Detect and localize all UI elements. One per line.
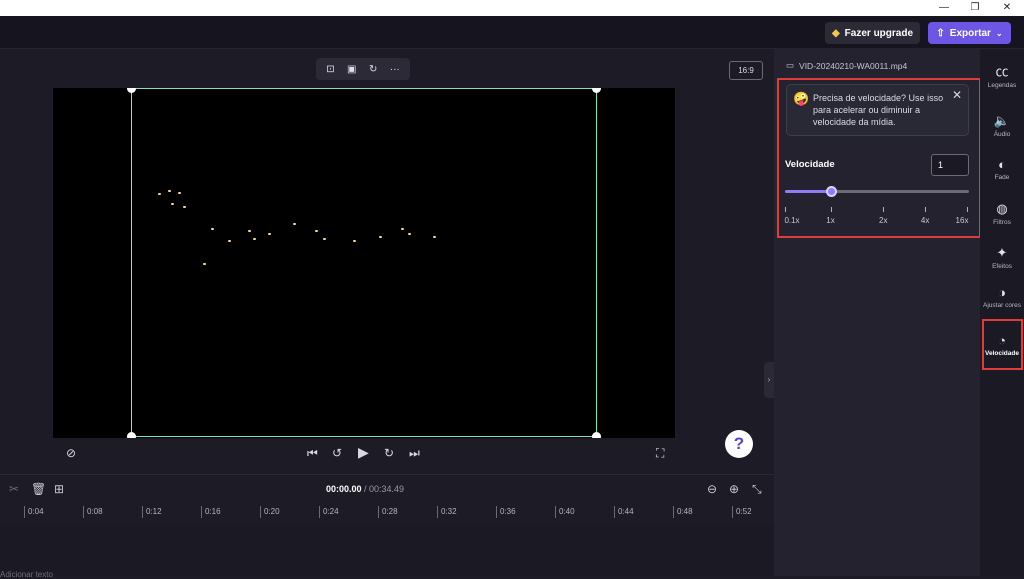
restore-button[interactable]: ❐ <box>961 0 989 16</box>
ruler-tick: 0:04 <box>24 506 44 518</box>
resize-handle-br[interactable] <box>592 432 601 438</box>
upload-icon: ⇧ <box>936 27 945 39</box>
forward-5s-icon[interactable]: ↻ <box>384 446 394 460</box>
film-icon: ▭ <box>786 60 795 70</box>
resize-handle-bl[interactable] <box>127 432 136 438</box>
more-icon[interactable]: ··· <box>390 64 400 75</box>
rail-label: Áudio <box>993 131 1011 138</box>
ruler-tick: 0:12 <box>142 506 162 518</box>
rail-label: Efeitos <box>992 263 1012 270</box>
ruler-tick: 0:32 <box>437 506 457 518</box>
ruler-tick: 0:48 <box>673 506 693 518</box>
resize-handle-tr[interactable] <box>592 88 601 93</box>
timecode: 00:00.00 / 00:34.49 <box>0 484 730 494</box>
play-icon[interactable]: ▶ <box>358 444 369 461</box>
total-time: / 00:34.49 <box>364 484 405 494</box>
add-text-label[interactable]: Adicionar texto <box>0 570 53 579</box>
captions-icon: ㏄ <box>995 64 1009 79</box>
speaker-icon: 🔈 <box>993 113 1011 128</box>
ruler-tick: 0:40 <box>555 506 575 518</box>
title-bar: — ❐ ✕ <box>0 0 1024 16</box>
minimize-button[interactable]: — <box>930 0 958 16</box>
ruler-tick: 0:20 <box>260 506 280 518</box>
rail-label: Filtros <box>993 219 1011 226</box>
speed-section-highlight <box>777 78 981 238</box>
skip-end-icon[interactable]: ⏭ <box>409 446 420 461</box>
zoom-in-icon[interactable]: ⊕ <box>729 482 739 496</box>
fullscreen-icon[interactable]: ⛶ <box>656 446 664 461</box>
current-time: 00:00.00 <box>325 484 362 494</box>
video-preview[interactable] <box>53 88 675 438</box>
collapse-panel-handle[interactable]: › <box>764 362 774 398</box>
rail-label: Legendas <box>987 82 1017 89</box>
upgrade-button[interactable]: ◆ Fazer upgrade <box>825 22 920 44</box>
timeline-toolbar: ✂ 🗑 ⊞ 00:00.00 / 00:34.49 ⊖ ⊕ ⤡ <box>0 474 774 502</box>
rail-item-ajustar-cores[interactable]: ◑ Ajustar cores <box>980 285 1024 309</box>
diamond-icon: ◆ <box>831 27 840 39</box>
ruler-tick: 0:36 <box>496 506 516 518</box>
rail-item-áudio[interactable]: 🔈 Áudio <box>980 113 1024 138</box>
ruler-tick: 0:52 <box>732 506 752 518</box>
ruler-tick: 0:08 <box>83 506 103 518</box>
rail-label: Ajustar cores <box>983 302 1021 309</box>
zoom-out-icon[interactable]: ⊖ <box>707 482 717 496</box>
ruler-tick: 0:24 <box>319 506 339 518</box>
speed-tab-highlight <box>982 319 1023 370</box>
rail-item-filtros[interactable]: ◍ Filtros <box>980 201 1024 226</box>
upgrade-label: Fazer upgrade <box>844 27 914 39</box>
rewind-5s-icon[interactable]: ↺ <box>332 446 342 460</box>
ruler-tick: 0:44 <box>614 506 634 518</box>
rail-item-efeitos[interactable]: ✦ Efeitos <box>980 245 1024 270</box>
rotate-icon[interactable]: ↻ <box>369 64 377 75</box>
preview-toolbar: ⊡ ▣ ↻ ··· <box>316 58 410 80</box>
timeline-ruler[interactable]: 0:04 0:08 0:12 0:16 0:20 0:24 0:28 0:32 0:36 0:40… <box>0 502 774 524</box>
skip-start-icon[interactable]: ⏮ <box>307 446 318 461</box>
hide-preview-icon[interactable]: ⊘ <box>66 446 76 460</box>
preview-stage: ⊡ ▣ ↻ ··· 16:9 ⊘ ⏮ ↺ ▶ ↻ ⏭ ⛶ ? › <box>0 49 774 474</box>
export-label: Exportar <box>949 27 991 39</box>
wand-icon: ✦ <box>996 245 1008 260</box>
selection-frame[interactable] <box>127 88 601 438</box>
fit-timeline-icon[interactable]: ⤡ <box>752 482 762 497</box>
top-bar: ◆ Fazer upgrade ⇧ Exportar ⌄ <box>0 16 1024 49</box>
timeline-track[interactable]: Adicionar texto <box>0 524 774 579</box>
side-rail: ㏄ Legendas 🔈 Áudio ◐ Fade ◍ Filtros ✦ Efeitos ◑ Aju… <box>980 49 1024 576</box>
aspect-ratio-button[interactable]: 16:9 <box>729 61 763 80</box>
crop-icon[interactable]: ⊡ <box>326 64 334 75</box>
filters-icon: ◍ <box>996 201 1008 216</box>
fade-icon: ◐ <box>998 157 1006 172</box>
ruler-tick: 0:16 <box>201 506 221 518</box>
contrast-icon: ◑ <box>998 285 1006 300</box>
rail-item-legendas[interactable]: ㏄ Legendas <box>980 61 1024 89</box>
help-button[interactable]: ? <box>725 430 753 458</box>
rail-label: Fade <box>994 174 1010 181</box>
resize-handle-tl[interactable] <box>127 88 136 93</box>
file-name: ▭ VID-20240210-WA0011.mp4 <box>786 60 907 71</box>
file-name-text: VID-20240210-WA0011.mp4 <box>799 60 908 71</box>
chevron-down-icon: ⌄ <box>995 28 1003 38</box>
export-button[interactable]: ⇧ Exportar ⌄ <box>928 22 1011 44</box>
fit-icon[interactable]: ▣ <box>347 64 356 75</box>
rail-item-fade[interactable]: ◐ Fade <box>980 157 1024 181</box>
close-window-button[interactable]: ✕ <box>993 0 1021 16</box>
ruler-tick: 0:28 <box>378 506 398 518</box>
